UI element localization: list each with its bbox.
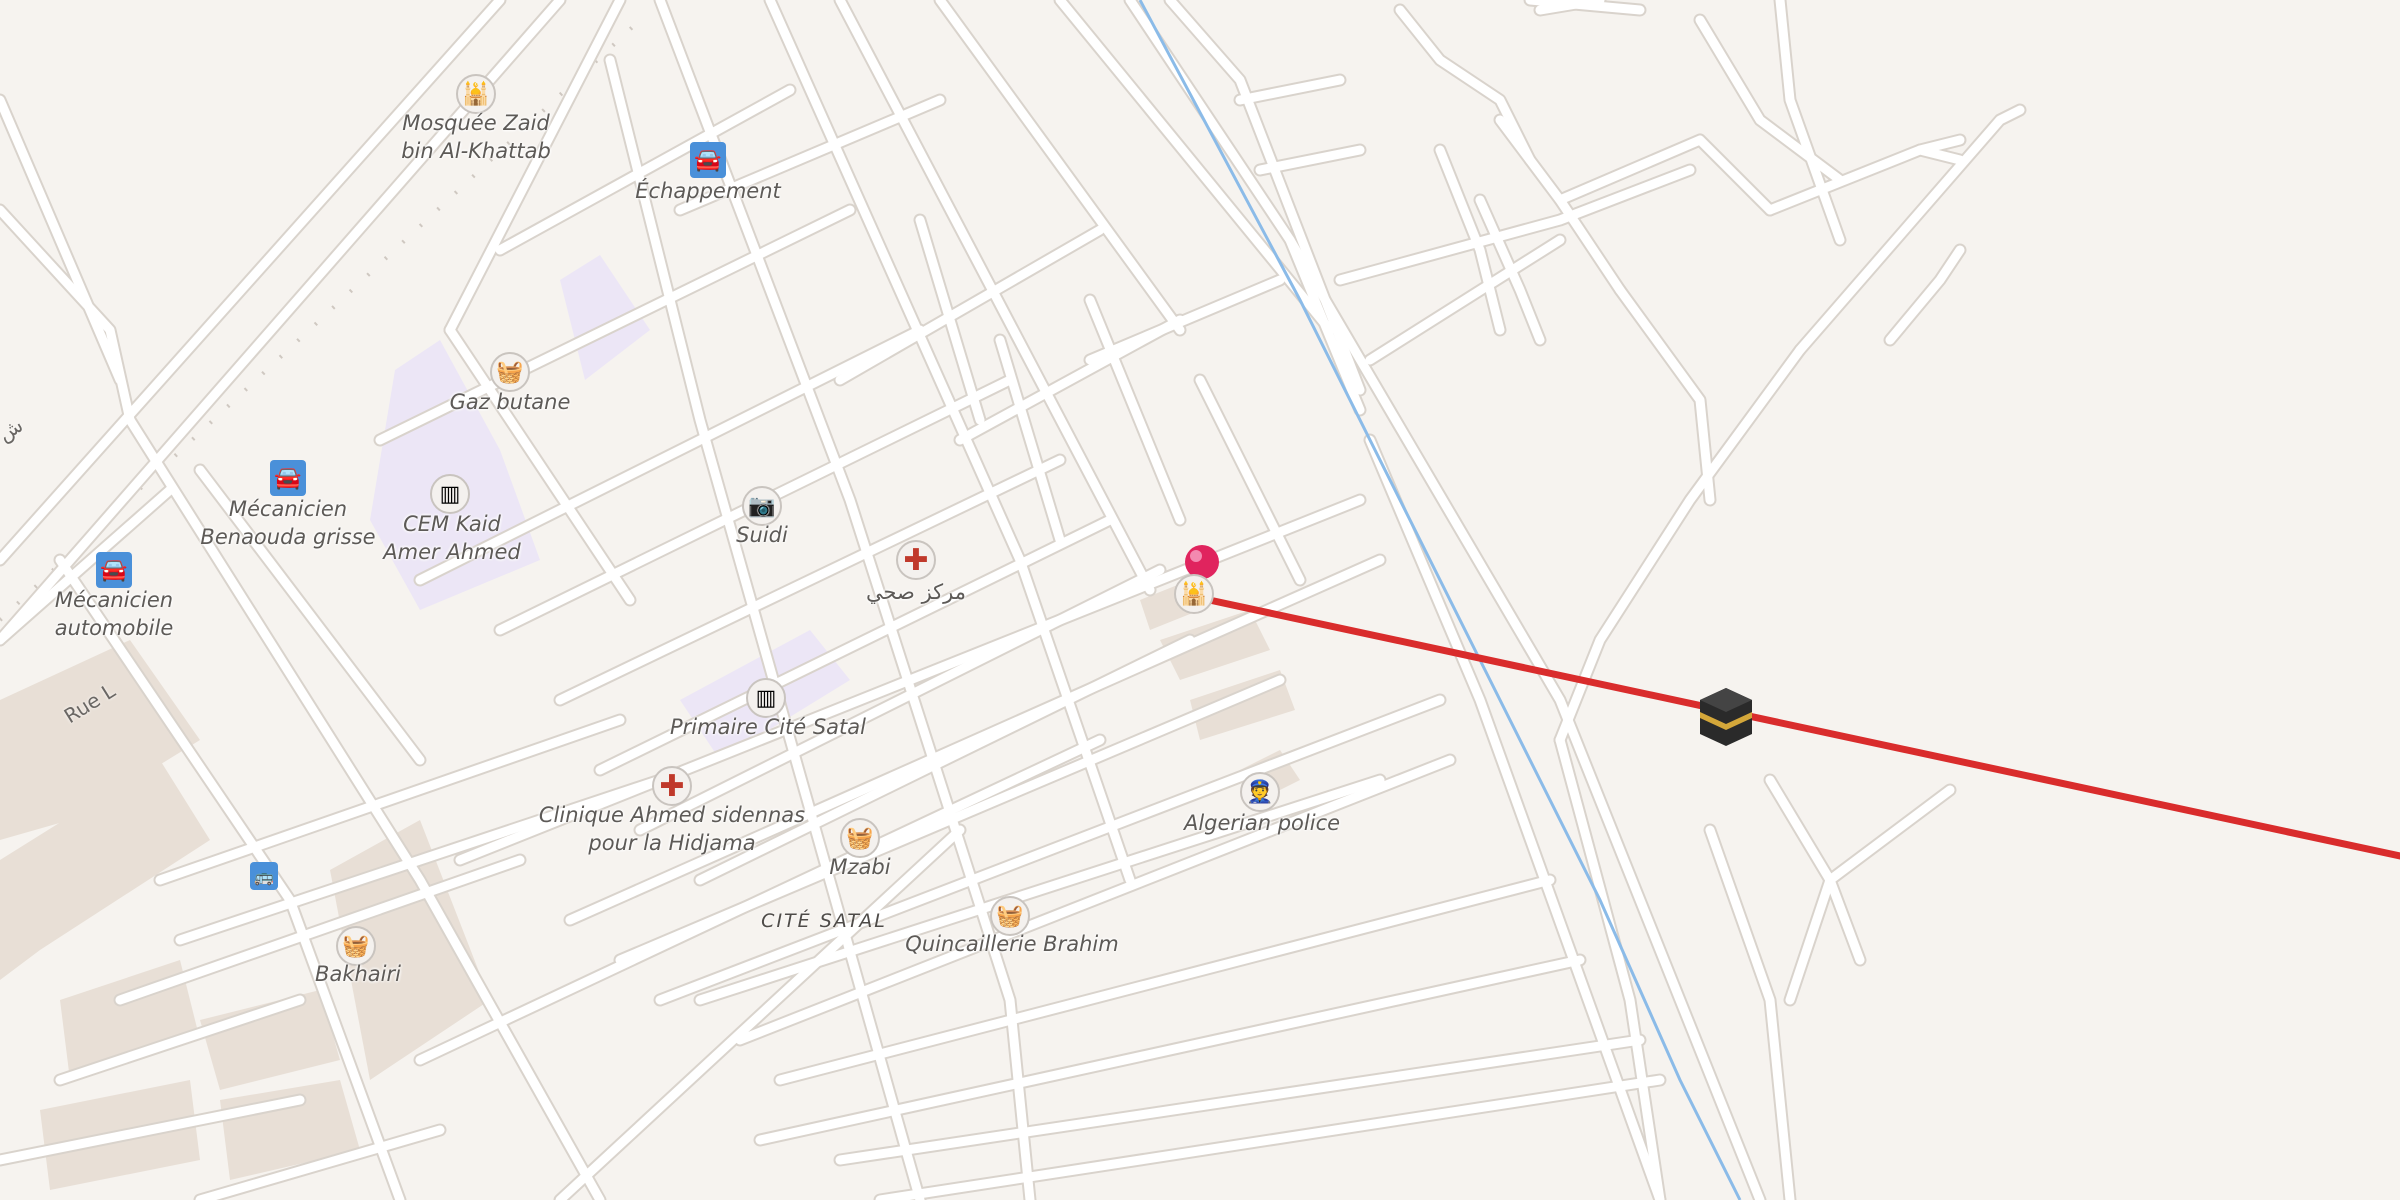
camera-icon[interactable]: 📷 [742,486,782,526]
label-algerian-police[interactable]: Algerian police [1184,809,1340,837]
school-icon[interactable]: ▥ [430,474,470,514]
label-primaire[interactable]: Primaire Cité Satal [670,713,866,741]
label-mecanicien-benaouda[interactable]: Mécanicien Benaouda grisse [200,495,375,551]
shop-basket-icon[interactable]: 🧺 [840,818,880,858]
car-repair-icon[interactable]: 🚘 [690,142,726,178]
map-canvas[interactable]: 🕌 🚘 🧺 🚘 ▥ 🚘 📷 ✚ 🕌 ▥ ✚ 👮 🧺 🧺 🧺 🚌 Mosquée … [0,0,2400,1200]
shop-basket-icon[interactable]: 🧺 [490,352,530,392]
health-cross-icon[interactable]: ✚ [896,540,936,580]
label-mecanicien-auto[interactable]: Mécanicien automobile [55,586,173,642]
car-repair-icon[interactable]: 🚘 [96,552,132,588]
label-suidi[interactable]: Suidi [736,521,788,549]
police-icon[interactable]: 👮 [1240,772,1280,812]
label-quincaillerie[interactable]: Quincaillerie Brahim [905,930,1118,958]
district-label: CITÉ SATAL [761,910,887,932]
label-gaz-butane[interactable]: Gaz butane [450,388,571,416]
mosque-icon[interactable]: 🕌 [1174,574,1214,614]
bus-stop-icon[interactable]: 🚌 [250,862,278,890]
label-markaz-sihhi[interactable]: مركز صحي [866,578,966,606]
mosque-icon[interactable]: 🕌 [456,74,496,114]
health-cross-icon[interactable]: ✚ [652,766,692,806]
school-icon[interactable]: ▥ [746,678,786,718]
label-echappement[interactable]: Échappement [635,177,781,205]
label-mosque-zaid[interactable]: Mosquée Zaid bin Al-Khattab [401,109,551,165]
label-clinique[interactable]: Clinique Ahmed sidennas pour la Hidjama [539,801,805,857]
label-cem-kaid[interactable]: CEM Kaid Amer Ahmed [383,510,520,566]
label-mzabi[interactable]: Mzabi [829,853,890,881]
car-repair-icon[interactable]: 🚘 [270,460,306,496]
label-bakhairi[interactable]: Bakhairi [315,960,401,988]
kaaba-icon[interactable] [1700,688,1752,746]
